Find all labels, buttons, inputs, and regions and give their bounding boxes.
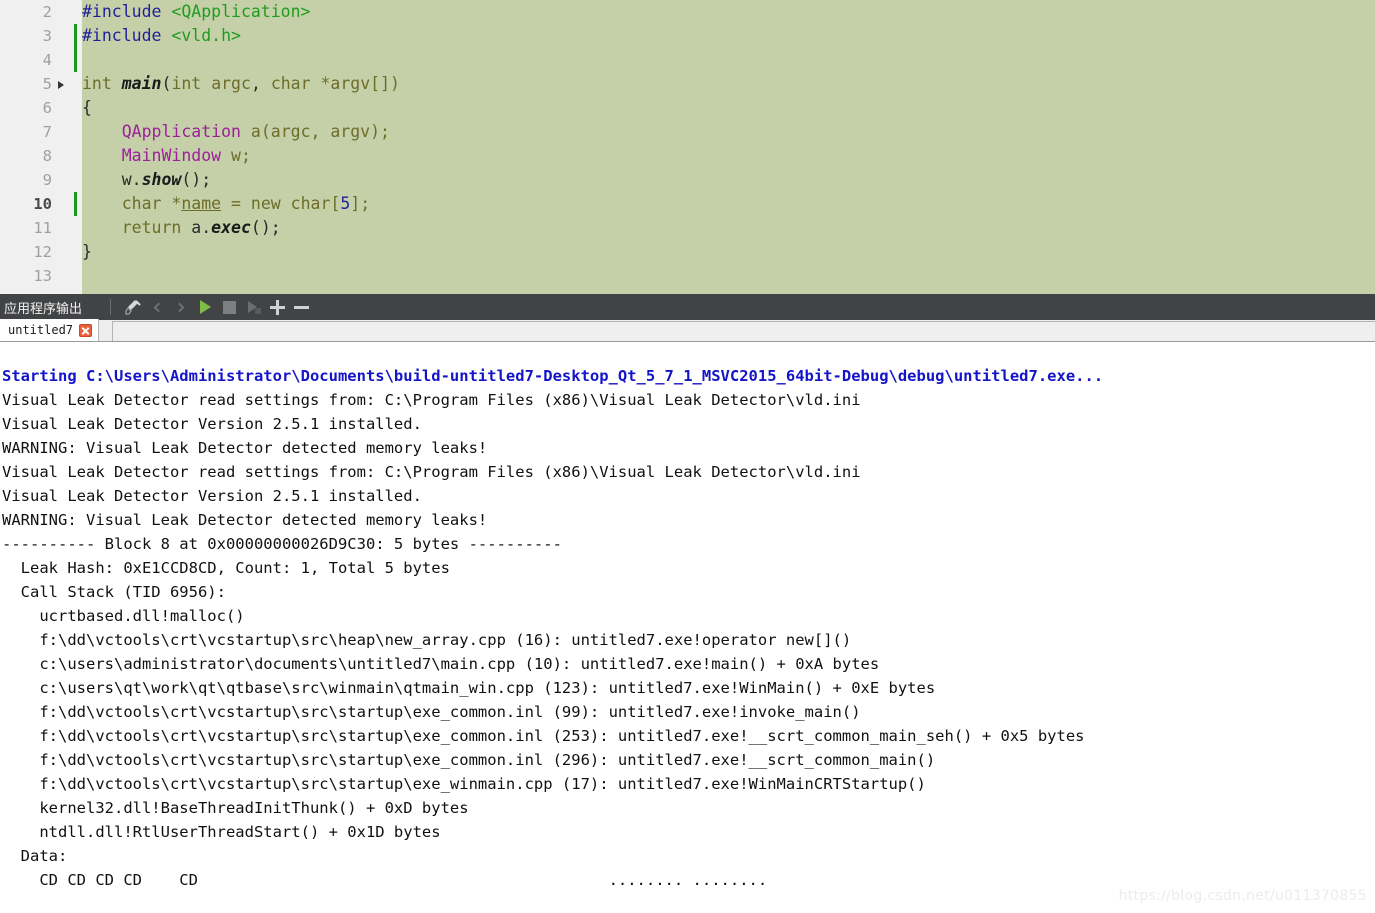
output-line: ucrtbased.dll!malloc()	[2, 607, 245, 625]
code-line[interactable]: 13	[0, 264, 1375, 288]
code-line-text: return a.exec();	[121, 218, 281, 237]
code-line[interactable]: 11 return a.exec();	[0, 216, 1375, 240]
next-item-button[interactable]	[169, 296, 193, 318]
code-lines-container[interactable]: 2 #include <QApplication> 3 #include <vld.h…	[0, 0, 1375, 288]
output-line: WARNING: Visual Leak Detector detected m…	[2, 439, 488, 457]
output-line: ---------- Block 8 at 0x00000000026D9C30…	[2, 535, 562, 553]
output-line: f:\dd\vctools\crt\vcstartup\src\startup\…	[2, 751, 936, 769]
application-output-text[interactable]: Starting C:\Users\Administrator\Document…	[0, 342, 1375, 912]
output-line: Visual Leak Detector read settings from:…	[2, 391, 861, 409]
clean-pane-button[interactable]	[121, 296, 145, 318]
line-number: 9	[42, 171, 52, 189]
watermark: https://blog.csdn.net/u011370855	[1118, 888, 1367, 904]
output-line: WARNING: Visual Leak Detector detected m…	[2, 511, 488, 529]
line-changed-marker	[74, 192, 77, 216]
output-line: Call Stack (TID 6956):	[2, 583, 226, 601]
output-line: f:\dd\vctools\crt\vcstartup\src\startup\…	[2, 703, 861, 721]
code-line-text: {	[82, 98, 92, 117]
code-line[interactable]: 4	[0, 48, 1375, 72]
output-line: Data:	[2, 847, 68, 865]
line-number: 13	[33, 267, 52, 285]
line-number: 6	[42, 99, 52, 117]
output-line: Visual Leak Detector Version 2.5.1 insta…	[2, 415, 422, 433]
output-line: c:\users\qt\work\qt\qtbase\src\winmain\q…	[2, 679, 936, 697]
code-line[interactable]: 8 MainWindow w;	[0, 144, 1375, 168]
output-pane-toolbar: 应用程序输出	[0, 294, 1375, 320]
code-line-text: QApplication a(argc, argv);	[121, 122, 390, 141]
code-line[interactable]: 6{	[0, 96, 1375, 120]
code-line-text: int main(int argc, char *argv[])	[82, 74, 400, 93]
line-number: 4	[42, 51, 52, 69]
broom-icon	[124, 299, 141, 315]
fold-marker-icon[interactable]	[58, 81, 64, 89]
code-line[interactable]: 12}	[0, 240, 1375, 264]
chevron-right-icon	[174, 302, 185, 312]
code-line[interactable]: 3 #include <vld.h>	[0, 24, 1375, 48]
prev-item-button[interactable]	[145, 296, 169, 318]
minus-icon	[293, 300, 309, 315]
code-line[interactable]: 5 int main(int argc, char *argv[])	[0, 72, 1375, 96]
output-line: Visual Leak Detector Version 2.5.1 insta…	[2, 487, 422, 505]
output-line: f:\dd\vctools\crt\vcstartup\src\heap\new…	[2, 631, 852, 649]
line-number: 3	[42, 27, 52, 45]
output-line: Leak Hash: 0xE1CCD8CD, Count: 1, Total 5…	[2, 559, 450, 577]
code-line[interactable]: 2 #include <QApplication>	[0, 0, 1375, 24]
code-editor[interactable]: 2 #include <QApplication> 3 #include <vld.h…	[0, 0, 1375, 294]
debug-run-icon	[247, 300, 261, 314]
output-tab-strip: untitled7	[0, 319, 1375, 342]
code-line-text: MainWindow w;	[121, 146, 251, 165]
line-number: 7	[42, 123, 52, 141]
line-number: 10	[33, 195, 52, 213]
line-number: 5	[42, 75, 52, 93]
zoom-in-button[interactable]	[265, 296, 289, 318]
plus-icon	[269, 299, 285, 315]
play-icon	[199, 300, 211, 314]
code-line-text: #include <QApplication>	[82, 2, 311, 21]
output-pane-title: 应用程序输出	[4, 301, 83, 317]
output-line: Starting C:\Users\Administrator\Document…	[2, 367, 1104, 385]
code-line[interactable]: 9 w.show();	[0, 168, 1375, 192]
zoom-out-button[interactable]	[289, 296, 313, 318]
line-changed-marker	[74, 48, 77, 72]
code-line-text: char *name = new char[5];	[121, 194, 371, 213]
output-line: c:\users\administrator\documents\untitle…	[2, 655, 880, 673]
code-line-text: }	[82, 242, 92, 261]
line-number: 8	[42, 147, 52, 165]
line-changed-marker	[74, 24, 77, 48]
output-tab-label: untitled7	[8, 323, 74, 337]
close-icon[interactable]	[79, 323, 93, 337]
output-line: f:\dd\vctools\crt\vcstartup\src\startup\…	[2, 775, 926, 793]
line-number: 2	[42, 3, 52, 21]
tab-strip-filler	[112, 321, 1375, 341]
output-line: Visual Leak Detector read settings from:…	[2, 463, 861, 481]
output-line: kernel32.dll!BaseThreadInitThunk() + 0xD…	[2, 799, 469, 817]
code-line[interactable]: 10 char *name = new char[5];	[0, 192, 1375, 216]
line-number: 12	[33, 243, 52, 261]
code-line-text: #include <vld.h>	[82, 26, 241, 45]
output-line: ntdll.dll!RtlUserThreadStart() + 0x1D by…	[2, 823, 441, 841]
line-number: 11	[33, 219, 52, 237]
chevron-left-icon	[153, 302, 164, 312]
code-line[interactable]: 7 QApplication a(argc, argv);	[0, 120, 1375, 144]
code-line-text: w.show();	[82, 170, 212, 189]
stop-icon	[222, 300, 236, 314]
toolbar-separator	[110, 299, 111, 315]
output-tab-untitled7[interactable]: untitled7	[0, 319, 100, 341]
attach-debugger-button[interactable]	[241, 296, 265, 318]
output-lines-container: Starting C:\Users\Administrator\Document…	[0, 364, 1375, 892]
stop-button[interactable]	[217, 296, 241, 318]
run-button[interactable]	[193, 296, 217, 318]
output-line: f:\dd\vctools\crt\vcstartup\src\startup\…	[2, 727, 1085, 745]
